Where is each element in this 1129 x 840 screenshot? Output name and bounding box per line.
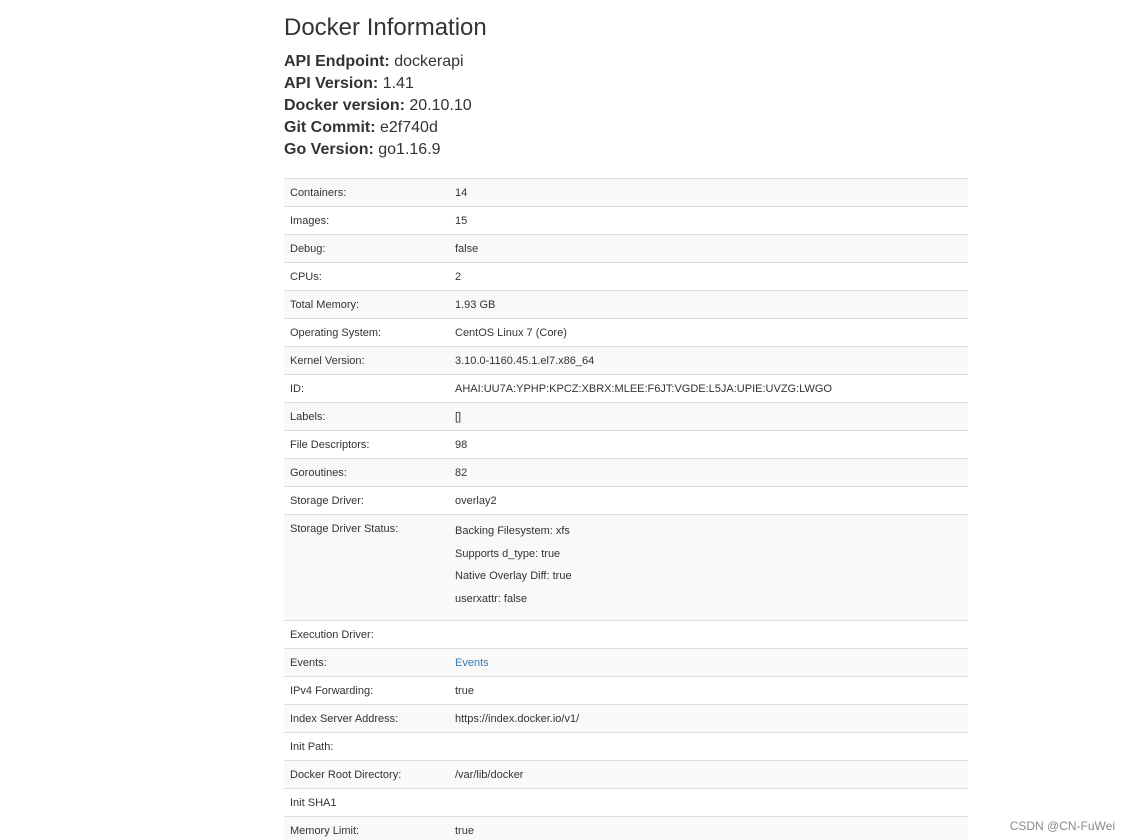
row-value: https://index.docker.io/v1/ xyxy=(449,704,968,733)
page-title: Docker Information xyxy=(284,14,487,41)
row-value: true xyxy=(449,816,968,840)
row-value: /var/lib/docker xyxy=(449,760,968,789)
status-line: Native Overlay Diff: true xyxy=(455,570,572,582)
row-value-lines: Backing Filesystem: xfs Supports d_type:… xyxy=(449,514,968,621)
row-value xyxy=(449,620,968,649)
row-label: Execution Driver: xyxy=(284,620,449,649)
row-label: IPv4 Forwarding: xyxy=(284,676,449,705)
row-value: 98 xyxy=(449,430,968,459)
row-label: Total Memory: xyxy=(284,290,449,319)
row-label: Docker Root Directory: xyxy=(284,760,449,789)
row-label: Index Server Address: xyxy=(284,704,449,733)
table-row: Events: Events xyxy=(284,648,968,677)
table-row: Init Path: xyxy=(284,732,968,761)
table-row: Init SHA1 xyxy=(284,788,968,817)
summary-value: 20.10.10 xyxy=(409,97,472,114)
row-label: Memory Limit: xyxy=(284,816,449,840)
summary-key: API Endpoint: xyxy=(284,53,390,70)
row-label: CPUs: xyxy=(284,262,449,291)
summary-value: 1.41 xyxy=(382,75,414,92)
row-value: 3.10.0-1160.45.1.el7.x86_64 xyxy=(449,346,968,375)
row-value: CentOS Linux 7 (Core) xyxy=(449,318,968,347)
table-row: ID: AHAI:UU7A:YPHP:KPCZ:XBRX:MLEE:F6JT:V… xyxy=(284,374,968,403)
summary-api-endpoint: API Endpoint: dockerapi xyxy=(284,51,968,73)
summary-value: go1.16.9 xyxy=(378,141,441,158)
table-row: Docker Root Directory: /var/lib/docker xyxy=(284,760,968,789)
table-row: CPUs: 2 xyxy=(284,262,968,291)
row-value: 82 xyxy=(449,458,968,487)
row-label: Containers: xyxy=(284,178,449,207)
status-line: Backing Filesystem: xfs xyxy=(455,525,570,537)
row-label: File Descriptors: xyxy=(284,430,449,459)
table-row: Labels: [] xyxy=(284,402,968,431)
info-table: Containers: 14 Images: 15 Debug: false C… xyxy=(284,178,968,840)
watermark: CSDN @CN-FuWei xyxy=(1009,819,1115,833)
table-row: IPv4 Forwarding: true xyxy=(284,676,968,705)
row-value: Events xyxy=(449,648,968,677)
row-value xyxy=(449,788,968,817)
row-label: Kernel Version: xyxy=(284,346,449,375)
row-value xyxy=(449,732,968,761)
table-row-storage-driver-status: Storage Driver Status: Backing Filesyste… xyxy=(284,514,968,621)
status-line: userxattr: false xyxy=(455,592,528,605)
row-label: Debug: xyxy=(284,234,449,263)
summary-key: Git Commit: xyxy=(284,119,376,136)
row-value: [] xyxy=(449,402,968,431)
table-row: Debug: false xyxy=(284,234,968,263)
page: Docker Information API Endpoint: dockera… xyxy=(0,0,1129,840)
table-row: Memory Limit: true xyxy=(284,816,968,840)
row-label: Goroutines: xyxy=(284,458,449,487)
row-value: 14 xyxy=(449,178,968,207)
summary-go-version: Go Version: go1.16.9 xyxy=(284,139,968,161)
summary-git-commit: Git Commit: e2f740d xyxy=(284,117,968,139)
row-value: true xyxy=(449,676,968,705)
events-link[interactable]: Events xyxy=(455,657,489,669)
content-container: Docker Information API Endpoint: dockera… xyxy=(284,0,968,840)
row-label: Init Path: xyxy=(284,732,449,761)
table-row: Images: 15 xyxy=(284,206,968,235)
row-label: Storage Driver: xyxy=(284,486,449,515)
table-row: Operating System: CentOS Linux 7 (Core) xyxy=(284,318,968,347)
row-label: Operating System: xyxy=(284,318,449,347)
summary-docker-version: Docker version: 20.10.10 xyxy=(284,95,968,117)
row-value: false xyxy=(449,234,968,263)
table-row: Execution Driver: xyxy=(284,620,968,649)
table-row: Total Memory: 1.93 GB xyxy=(284,290,968,319)
summary-key: Docker version: xyxy=(284,97,405,114)
status-line: Supports d_type: true xyxy=(455,547,561,560)
summary-value: e2f740d xyxy=(380,119,438,136)
row-label: Init SHA1 xyxy=(284,788,449,817)
table-row: Kernel Version: 3.10.0-1160.45.1.el7.x86… xyxy=(284,346,968,375)
row-label: Labels: xyxy=(284,402,449,431)
table-row: Storage Driver: overlay2 xyxy=(284,486,968,515)
row-label: Storage Driver Status: xyxy=(284,514,449,621)
summary-value: dockerapi xyxy=(394,53,464,70)
table-row: Index Server Address: https://index.dock… xyxy=(284,704,968,733)
summary-api-version: API Version: 1.41 xyxy=(284,73,968,95)
row-value: overlay2 xyxy=(449,486,968,515)
table-row: Containers: 14 xyxy=(284,178,968,207)
summary-key: API Version: xyxy=(284,75,379,92)
row-value: 1.93 GB xyxy=(449,290,968,319)
table-row: File Descriptors: 98 xyxy=(284,430,968,459)
row-label: Events: xyxy=(284,648,449,677)
summary-key: Go Version: xyxy=(284,141,374,158)
summary-block: API Endpoint: dockerapi API Version: 1.4… xyxy=(284,51,968,161)
row-value: 15 xyxy=(449,206,968,235)
table-row: Goroutines: 82 xyxy=(284,458,968,487)
row-value: AHAI:UU7A:YPHP:KPCZ:XBRX:MLEE:F6JT:VGDE:… xyxy=(449,374,968,403)
row-value: 2 xyxy=(449,262,968,291)
row-label: Images: xyxy=(284,206,449,235)
row-label: ID: xyxy=(284,374,449,403)
